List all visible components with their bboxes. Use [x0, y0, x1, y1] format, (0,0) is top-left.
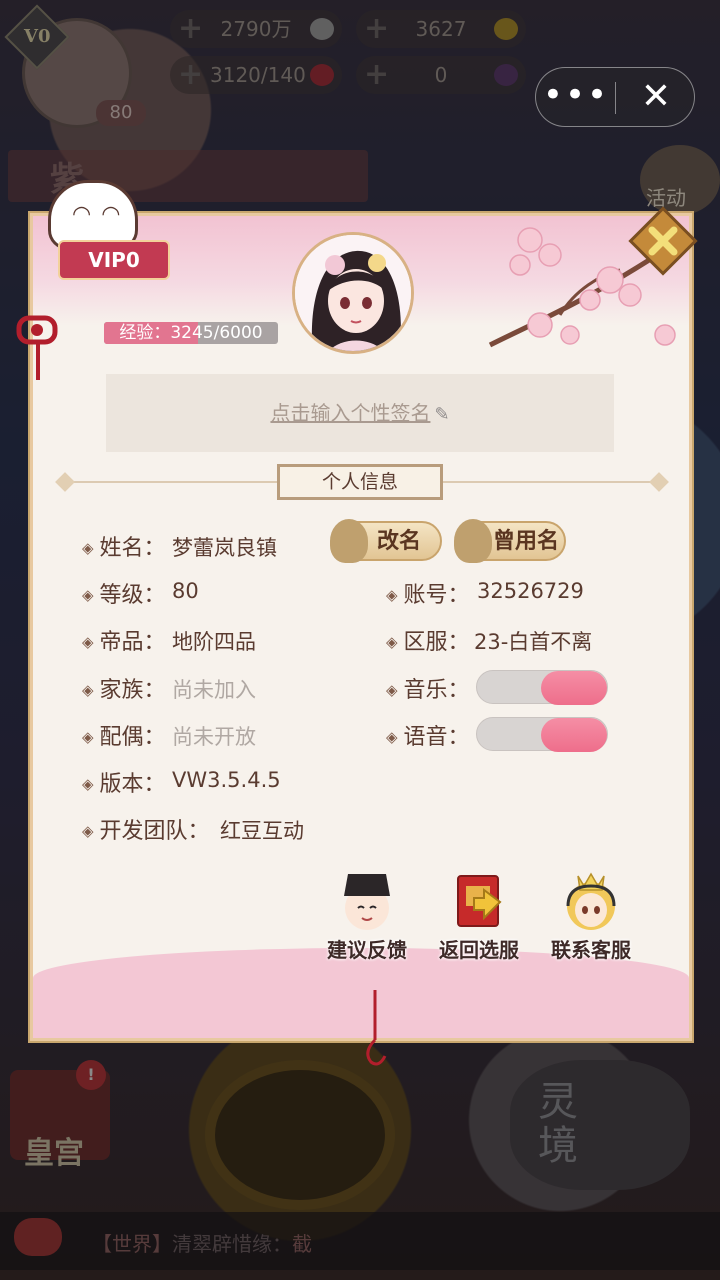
- experience-text: 经验：3245/6000: [119, 323, 263, 343]
- music-label: ◈ 音乐：: [386, 678, 470, 703]
- back-to-server-select-button[interactable]: 返回选服: [424, 868, 534, 968]
- level-value: 80: [172, 579, 199, 603]
- account-value: 32526729: [477, 579, 584, 603]
- level-label: ◈ 等级：: [82, 583, 166, 608]
- lucky-cat-eyes: ◠◠: [72, 202, 131, 227]
- rank-value: 地阶四品: [172, 630, 256, 654]
- rename-button[interactable]: 改名: [330, 519, 442, 563]
- used-names-button[interactable]: 曾用名: [454, 519, 566, 563]
- close-dialog-button[interactable]: [628, 206, 698, 276]
- spouse-label: ◈ 配偶：: [82, 725, 166, 750]
- version-value: VW3.5.4.5: [172, 768, 281, 792]
- family-label: ◈ 家族：: [82, 678, 166, 703]
- music-toggle[interactable]: [476, 670, 608, 705]
- signature-placeholder: 点击输入个性签名: [270, 401, 431, 425]
- gourd-icon: [454, 519, 492, 563]
- section-title: 个人信息: [277, 464, 443, 500]
- contact-support-button[interactable]: 联系客服: [536, 868, 646, 968]
- team-label: ◈ 开发团队：: [82, 819, 210, 844]
- signature-input[interactable]: 点击输入个性签名 ✎: [106, 374, 614, 452]
- server-label: ◈ 区服：: [386, 630, 470, 655]
- feedback-button[interactable]: 建议反馈: [312, 868, 422, 968]
- back-to-server-label: 返回选服: [439, 938, 519, 962]
- voice-label: ◈ 语音：: [386, 725, 470, 750]
- vip-badge[interactable]: VIP0: [58, 240, 170, 280]
- feedback-label: 建议反馈: [327, 938, 407, 962]
- red-book-arrow-icon: [457, 875, 502, 927]
- close-miniprogram-icon[interactable]: ✕: [616, 68, 696, 128]
- pencil-icon: ✎: [434, 404, 450, 425]
- support-label: 联系客服: [551, 938, 631, 962]
- music-toggle-knob: [541, 671, 607, 705]
- miniprogram-capsule: ••• ✕: [535, 67, 695, 127]
- name-value: 梦蕾岚良镇: [172, 536, 277, 560]
- bottom-tassel-decoration: [366, 990, 387, 1066]
- rank-label: ◈ 帝品：: [82, 630, 166, 655]
- spouse-value: 尚未开放: [172, 725, 256, 749]
- version-label: ◈ 版本：: [82, 772, 166, 797]
- scroll-icon: [330, 519, 368, 563]
- support-agent-icon: [566, 872, 616, 930]
- more-menu-icon[interactable]: •••: [536, 68, 616, 128]
- rename-label: 改名: [376, 528, 421, 554]
- red-tassel: [36, 340, 40, 380]
- character-portrait[interactable]: [292, 232, 414, 354]
- experience-bar: 经验：3245/6000: [104, 322, 278, 344]
- voice-toggle-knob: [541, 718, 607, 752]
- used-names-label: 曾用名: [492, 528, 559, 554]
- official-character-icon: [344, 874, 390, 930]
- voice-toggle[interactable]: [476, 717, 608, 752]
- account-label: ◈ 账号：: [386, 583, 470, 608]
- name-label: ◈ 姓名：: [82, 536, 166, 561]
- server-value: 23-白首不离: [474, 630, 593, 654]
- team-value: 红豆互动: [220, 819, 304, 843]
- family-value: 尚未加入: [172, 678, 256, 702]
